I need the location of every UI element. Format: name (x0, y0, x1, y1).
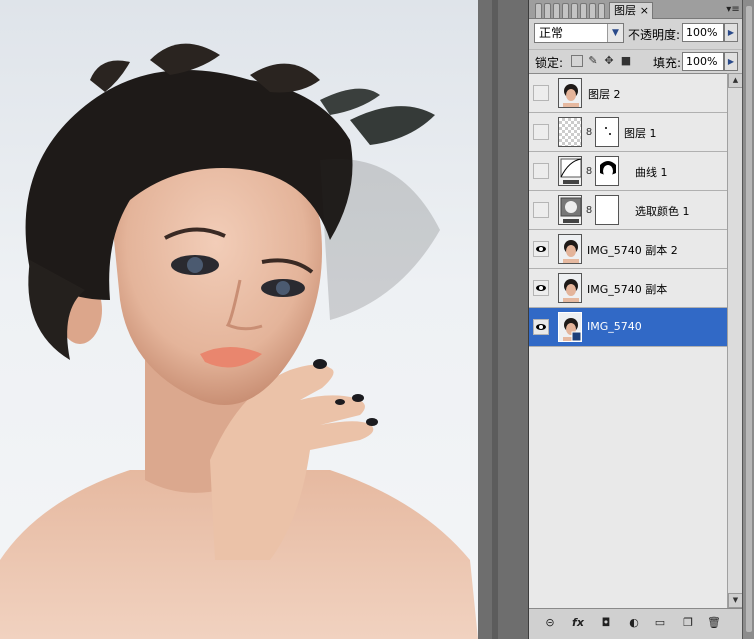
tab-layers-label: 图层 (614, 4, 636, 17)
dock-strip (746, 6, 752, 632)
collapsed-tab[interactable] (553, 3, 560, 18)
lock-row: 锁定: ✎ ✥ ■ 填充: 100% ▶ (529, 49, 743, 73)
layer-mask-thumbnail (595, 156, 619, 186)
new-group-icon[interactable]: ▭ (651, 615, 669, 631)
layer-name: 图层 2 (588, 88, 621, 101)
portrait-photo (0, 43, 478, 639)
collapsed-tab[interactable] (589, 3, 596, 18)
layers-bottom-toolbar: ⊝ fx ◘ ◐ ▭ ❐ 🗑 (529, 608, 743, 639)
lock-transparent-icon[interactable] (571, 55, 583, 67)
fill-slider-arrow-icon[interactable]: ▶ (724, 52, 738, 71)
layer-row[interactable]: 8 选取颜色 1 (529, 191, 727, 230)
add-mask-icon[interactable]: ◘ (597, 615, 615, 631)
close-icon[interactable]: × (640, 3, 649, 18)
layer-name: IMG_5740 副本 (587, 283, 668, 296)
layer-list-scrollbar[interactable]: ▲ ▼ (727, 73, 743, 608)
layer-row[interactable]: 8 图层 1 (529, 113, 727, 152)
layer-name: 选取颜色 1 (635, 205, 690, 218)
layer-name: IMG_5740 副本 2 (587, 244, 678, 257)
layer-row[interactable]: 8 曲线 1 (529, 152, 727, 191)
layer-list: 图层 2 8 图层 1 8 曲线 1 8 选取颜色 1 IMG_5740 副本 … (529, 73, 727, 608)
document-canvas[interactable] (0, 0, 478, 639)
layer-row[interactable]: IMG_5740 副本 (529, 269, 727, 308)
eye-icon[interactable] (533, 280, 549, 296)
tab-layers[interactable]: 图层 × (609, 2, 653, 19)
layer-row[interactable]: IMG_5740 副本 2 (529, 230, 727, 269)
canvas-scroll-edge (492, 0, 498, 639)
layer-name: 图层 1 (624, 127, 657, 140)
scroll-down-icon[interactable]: ▼ (728, 593, 743, 608)
layer-row[interactable]: 图层 2 (529, 74, 727, 113)
layer-name: IMG_5740 (587, 320, 642, 333)
opacity-label: 不透明度: (628, 28, 681, 42)
lock-label: 锁定: (535, 56, 564, 70)
lock-pixels-icon[interactable]: ✎ (587, 55, 599, 67)
panel-tab-bar: 图层 × ▾≡ (529, 0, 743, 19)
layer-row-selected[interactable]: IMG_5740 (529, 308, 727, 347)
menu-icon[interactable]: ▾≡ (725, 3, 741, 16)
curves-adjustment-icon (558, 156, 582, 186)
fill-input[interactable]: 100% (682, 52, 724, 71)
collapsed-tab[interactable] (535, 3, 542, 18)
fill-label: 填充: (653, 56, 682, 70)
visibility-toggle[interactable] (533, 202, 549, 218)
opacity-slider-arrow-icon[interactable]: ▶ (724, 23, 738, 42)
fx-icon[interactable]: fx (569, 615, 587, 631)
layers-panel: 图层 × ▾≡ 正常 ▼ 不透明度: 100% ▶ 锁定: ✎ ✥ ■ 填充: … (528, 0, 743, 639)
link-icon[interactable]: 8 (585, 127, 593, 139)
visibility-toggle[interactable] (533, 85, 549, 101)
blend-mode-value: 正常 (539, 26, 564, 40)
layer-thumbnail (558, 78, 582, 108)
collapsed-tab[interactable] (598, 3, 605, 18)
selective-color-icon (558, 195, 582, 225)
collapsed-tab[interactable] (562, 3, 569, 18)
new-layer-icon[interactable]: ❐ (679, 615, 697, 631)
chevron-down-icon: ▼ (607, 24, 623, 42)
collapsed-tab[interactable] (571, 3, 578, 18)
visibility-toggle[interactable] (533, 163, 549, 179)
adjustment-layer-icon[interactable]: ◐ (625, 615, 643, 631)
collapsed-tab[interactable] (580, 3, 587, 18)
eye-icon[interactable] (533, 319, 549, 335)
opacity-input[interactable]: 100% (682, 23, 724, 42)
layer-mask-thumbnail (595, 117, 619, 147)
link-icon[interactable]: ⊝ (541, 615, 559, 631)
link-icon[interactable]: 8 (585, 205, 593, 217)
side-dock (742, 0, 754, 639)
layer-thumbnail (558, 273, 582, 303)
visibility-toggle[interactable] (533, 124, 549, 140)
lock-all-icon[interactable]: ■ (620, 55, 632, 67)
workspace-gutter (478, 0, 528, 639)
layer-thumbnail (558, 312, 582, 342)
scroll-up-icon[interactable]: ▲ (728, 73, 743, 88)
layer-thumbnail (558, 234, 582, 264)
trash-icon[interactable]: 🗑 (705, 615, 723, 631)
link-icon[interactable]: 8 (585, 166, 593, 178)
eye-icon[interactable] (533, 241, 549, 257)
layer-name: 曲线 1 (635, 166, 668, 179)
layer-mask-thumbnail (595, 195, 619, 225)
blend-mode-select[interactable]: 正常 ▼ (534, 23, 624, 43)
lock-position-icon[interactable]: ✥ (603, 55, 615, 67)
blend-row: 正常 ▼ 不透明度: 100% ▶ (529, 21, 743, 47)
layer-thumbnail (558, 117, 582, 147)
collapsed-tab[interactable] (544, 3, 551, 18)
